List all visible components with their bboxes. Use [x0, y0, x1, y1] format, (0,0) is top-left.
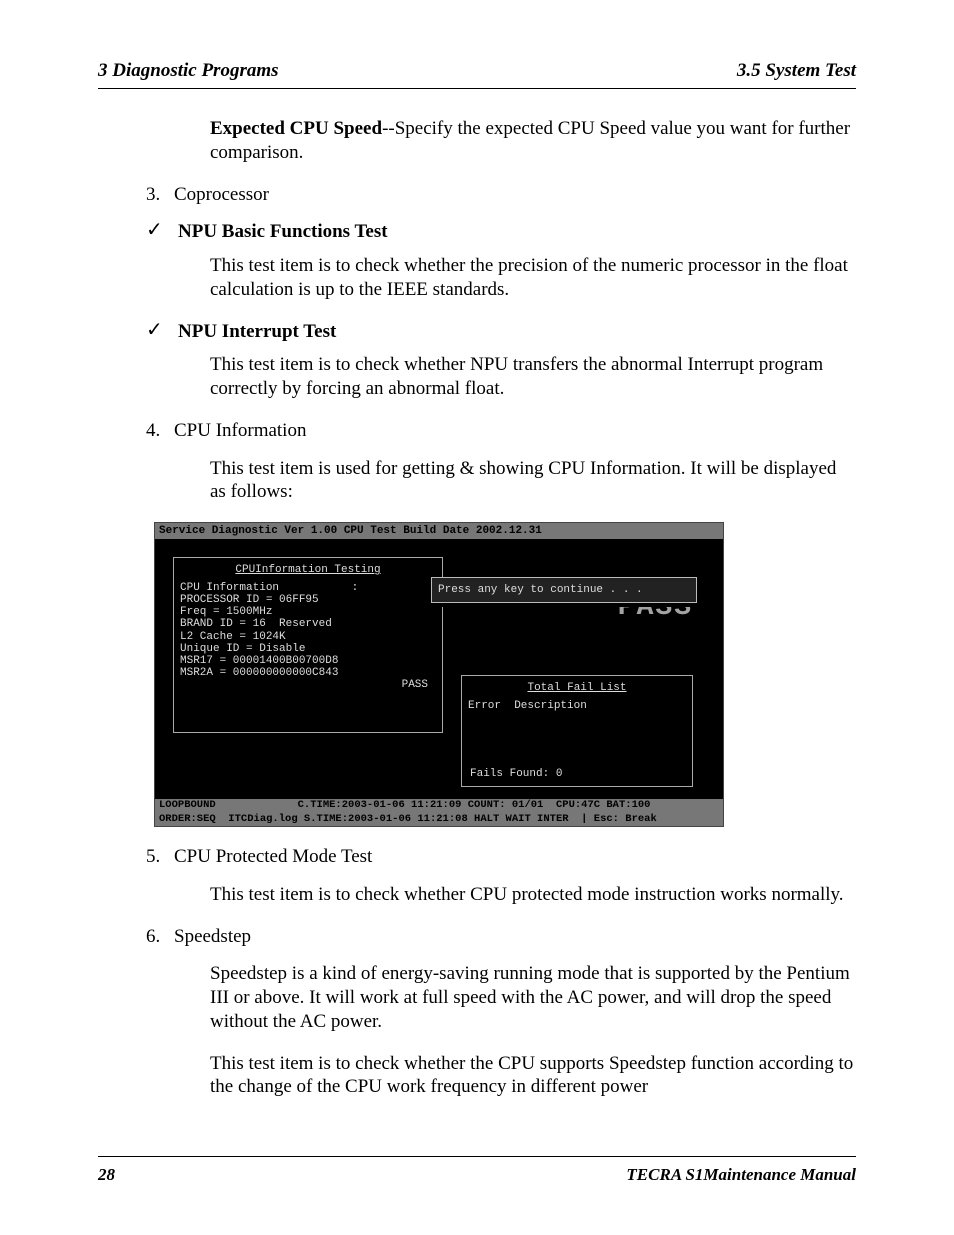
- terminal-info-lines: CPU Information : PROCESSOR ID = 06FF95 …: [180, 582, 436, 679]
- list4-body: This test item is used for getting & sho…: [210, 457, 856, 505]
- terminal-left-pass: PASS: [180, 679, 436, 691]
- terminal-prompt-dialog: Press any key to continue . . .: [431, 577, 697, 603]
- list-number: 3.: [146, 183, 174, 207]
- terminal-line: L2 Cache = 1024K: [180, 631, 436, 643]
- terminal-line: Unique ID = Disable: [180, 643, 436, 655]
- checkmark-icon: ✓: [146, 220, 178, 240]
- expected-cpu-speed-paragraph: Expected CPU Speed--Specify the expected…: [210, 117, 856, 165]
- terminal-left-panel: CPUInformation Testing CPU Information :…: [173, 557, 443, 733]
- list-number: 6.: [146, 925, 174, 949]
- terminal-fail-found: Fails Found: 0: [470, 768, 562, 780]
- terminal-status-line-1: LOOPBOUND C.TIME:2003-01-06 11:21:09 COU…: [155, 799, 723, 813]
- list-label: Speedstep: [174, 925, 251, 949]
- header-left: 3 Diagnostic Programs: [98, 60, 279, 82]
- terminal-fail-panel: Total Fail List Error Description Fails …: [461, 675, 693, 787]
- list-item-5: 5. CPU Protected Mode Test: [146, 845, 856, 869]
- list-label: CPU Information: [174, 419, 306, 443]
- list-number: 5.: [146, 845, 174, 869]
- terminal-fail-columns: Error Description: [468, 700, 686, 712]
- npu-interrupt-body: This test item is to check whether NPU t…: [210, 353, 856, 401]
- terminal-status-line-2: ORDER:SEQ ITCDiag.log S.TIME:2003-01-06 …: [155, 813, 723, 827]
- footer-doc-title: TECRA S1Maintenance Manual: [626, 1165, 856, 1185]
- npu-interrupt-title: NPU Interrupt Test: [178, 320, 336, 344]
- footer-page-number: 28: [98, 1165, 115, 1185]
- list-item-3: 3. Coprocessor: [146, 183, 856, 207]
- header-right: 3.5 System Test: [737, 60, 856, 82]
- npu-basic-heading: ✓ NPU Basic Functions Test: [146, 220, 856, 244]
- page-root: 3 Diagnostic Programs 3.5 System Test Ex…: [0, 0, 954, 1235]
- page-footer: 28 TECRA S1Maintenance Manual: [98, 1156, 856, 1185]
- terminal-line: Freq = 1500MHz: [180, 606, 436, 618]
- page-header: 3 Diagnostic Programs 3.5 System Test: [98, 60, 856, 89]
- terminal-line: BRAND ID = 16 Reserved: [180, 618, 436, 630]
- list5-body: This test item is to check whether CPU p…: [210, 883, 856, 907]
- page-content: Expected CPU Speed--Specify the expected…: [98, 89, 856, 1156]
- list-label: Coprocessor: [174, 183, 269, 207]
- npu-basic-title: NPU Basic Functions Test: [178, 220, 388, 244]
- terminal-fail-title: Total Fail List: [468, 682, 686, 694]
- list-item-4: 4. CPU Information: [146, 419, 856, 443]
- list-number: 4.: [146, 419, 174, 443]
- list6-body1: Speedstep is a kind of energy-saving run…: [210, 962, 856, 1033]
- list6-body2: This test item is to check whether the C…: [210, 1052, 856, 1100]
- terminal-left-title: CPUInformation Testing: [180, 564, 436, 576]
- list-item-6: 6. Speedstep: [146, 925, 856, 949]
- terminal-titlebar: Service Diagnostic Ver 1.00 CPU Test Bui…: [155, 523, 723, 539]
- checkmark-icon: ✓: [146, 320, 178, 340]
- terminal-line: MSR2A = 000000000000C843: [180, 667, 436, 679]
- terminal-screenshot: Service Diagnostic Ver 1.00 CPU Test Bui…: [154, 522, 724, 827]
- list-label: CPU Protected Mode Test: [174, 845, 372, 869]
- expected-cpu-speed-label: Expected CPU Speed: [210, 118, 382, 139]
- terminal-line: PROCESSOR ID = 06FF95: [180, 594, 436, 606]
- npu-basic-body: This test item is to check whether the p…: [210, 254, 856, 302]
- terminal-line: MSR17 = 00001400B00700D8: [180, 655, 436, 667]
- npu-interrupt-heading: ✓ NPU Interrupt Test: [146, 320, 856, 344]
- terminal-body: CPUInformation Testing CPU Information :…: [155, 539, 723, 799]
- terminal-line: CPU Information :: [180, 582, 436, 594]
